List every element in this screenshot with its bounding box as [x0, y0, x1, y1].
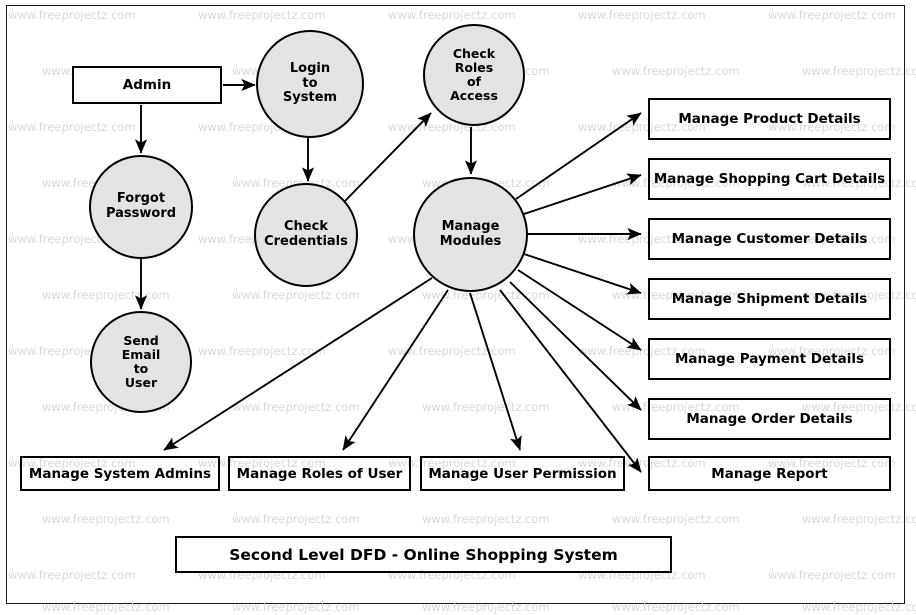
data-store-manage-report[interactable]: Manage Report — [648, 456, 891, 491]
data-store-manage-order-details[interactable]: Manage Order Details — [648, 398, 891, 440]
data-store-label: Manage Product Details — [678, 111, 861, 127]
process-check-roles-line-4: Access — [450, 88, 498, 103]
flow-manage-modules-to-system-admins — [163, 277, 433, 451]
process-manage-modules[interactable]: Manage Modules — [413, 177, 528, 292]
process-send-email-to-user[interactable]: Send Email to User — [90, 311, 192, 413]
process-check-roles-line-3: of — [466, 74, 481, 89]
flow-manage-modules-to-shipment — [523, 253, 642, 295]
data-store-manage-shopping-cart-details[interactable]: Manage Shopping Cart Details — [648, 158, 891, 200]
flow-manage-modules-to-roles-of-user — [342, 289, 449, 451]
flow-check-credentials-to-check-roles — [344, 112, 432, 202]
diagram-title: Second Level DFD - Online Shopping Syste… — [229, 545, 618, 564]
process-check-credentials[interactable]: Check Credentials — [254, 183, 358, 287]
process-check-roles-of-access[interactable]: Check Roles of Access — [423, 24, 525, 126]
process-send-email-line-3: to — [133, 361, 149, 376]
process-manage-modules-line-2: Modules — [439, 233, 502, 249]
data-store-label: Manage User Permission — [428, 465, 617, 482]
flow-manage-modules-to-report — [499, 289, 642, 473]
flow-manage-modules-to-user-permission — [469, 292, 522, 451]
data-store-label: Manage Customer Details — [671, 231, 868, 247]
data-store-label: Manage System Admins — [28, 465, 212, 482]
process-check-roles-line-2: Roles — [454, 60, 494, 75]
data-store-label: Manage Payment Details — [674, 351, 864, 367]
process-forgot-password-line-1: Forgot — [116, 191, 166, 207]
data-store-manage-system-admins[interactable]: Manage System Admins — [20, 456, 220, 491]
data-store-label: Manage Roles of User — [236, 465, 403, 482]
data-store-manage-roles-of-user[interactable]: Manage Roles of User — [228, 456, 411, 491]
data-store-manage-product-details[interactable]: Manage Product Details — [648, 98, 891, 140]
process-check-credentials-line-2: Credentials — [264, 234, 348, 249]
entity-admin[interactable]: Admin — [72, 66, 222, 104]
process-forgot-password-line-2: Password — [105, 206, 177, 221]
flow-manage-modules-to-order — [509, 281, 642, 411]
process-check-roles-line-1: Check — [452, 46, 496, 61]
process-check-credentials-line-1: Check — [284, 219, 328, 235]
data-store-manage-shipment-details[interactable]: Manage Shipment Details — [648, 278, 891, 320]
flow-manage-modules-to-product — [515, 112, 642, 200]
process-manage-modules-line-1: Manage — [441, 218, 500, 234]
data-store-label: Manage Shopping Cart Details — [653, 171, 886, 187]
process-login-to-system[interactable]: Login to System — [256, 30, 364, 138]
data-store-manage-payment-details[interactable]: Manage Payment Details — [648, 338, 891, 380]
data-store-label: Manage Report — [711, 465, 828, 482]
process-login-line-2: to — [302, 75, 318, 91]
process-forgot-password[interactable]: Forgot Password — [89, 155, 193, 259]
process-send-email-line-1: Send — [123, 333, 159, 348]
entity-admin-label: Admin — [122, 77, 172, 93]
process-send-email-line-4: User — [124, 375, 158, 390]
data-store-label: Manage Shipment Details — [671, 291, 868, 307]
data-store-manage-user-permission[interactable]: Manage User Permission — [420, 456, 625, 491]
process-send-email-line-2: Email — [121, 347, 161, 362]
data-store-manage-customer-details[interactable]: Manage Customer Details — [648, 218, 891, 260]
dfd-canvas: www.freeprojectz.com www.freeprojectz.com… — [0, 0, 916, 615]
data-store-label: Manage Order Details — [686, 411, 853, 427]
process-login-line-3: System — [282, 90, 338, 106]
diagram-title-box: Second Level DFD - Online Shopping Syste… — [175, 536, 672, 573]
process-login-line-1: Login — [289, 61, 331, 77]
